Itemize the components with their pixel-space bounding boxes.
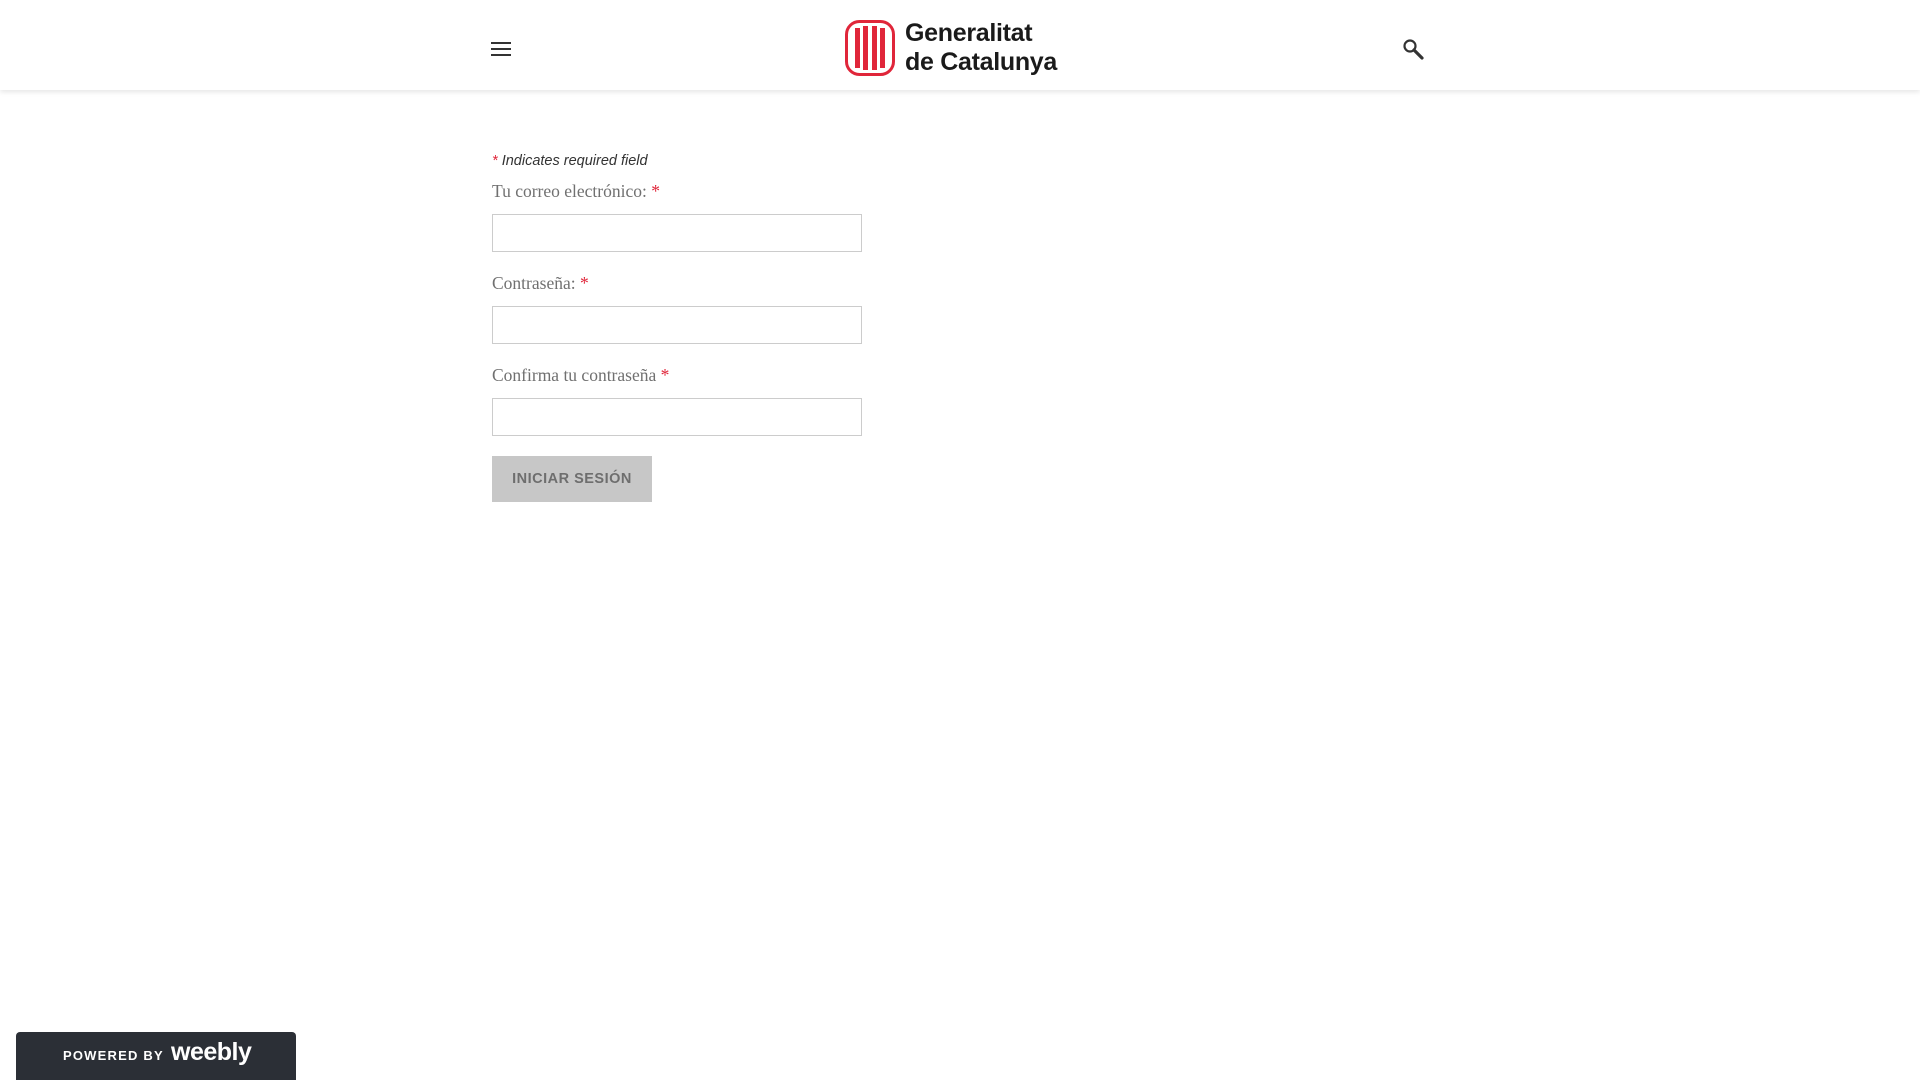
site-header: Generalitat de Catalunya (0, 0, 1920, 90)
weebly-logo: weebly (171, 1038, 252, 1066)
logo-line-2: de Catalunya (905, 48, 1058, 76)
password-label-text: Contraseña: (492, 273, 576, 293)
generalitat-emblem-icon (845, 20, 895, 76)
email-label: Tu correo electrónico: * (492, 180, 1092, 202)
confirm-password-label-text: Confirma tu contraseña (492, 365, 657, 385)
password-field[interactable] (492, 306, 862, 344)
required-note-text: Indicates required field (501, 153, 648, 169)
logo-text: Generalitat de Catalunya (905, 19, 1057, 77)
powered-by-weebly-badge[interactable]: POWERED BY weebly (16, 1032, 296, 1080)
hamburger-menu-icon[interactable] (488, 36, 514, 62)
signup-form: * Indicates required field Tu correo ele… (492, 152, 1092, 502)
confirm-password-field[interactable] (492, 398, 862, 436)
required-marker: * (651, 181, 660, 201)
required-marker: * (492, 153, 498, 169)
email-label-text: Tu correo electrónico: (492, 181, 647, 201)
search-icon[interactable] (1401, 37, 1427, 63)
required-marker: * (660, 365, 670, 385)
confirm-password-label: Confirma tu contraseña * (492, 364, 1092, 386)
required-marker: * (579, 273, 589, 293)
site-logo[interactable]: Generalitat de Catalunya (845, 18, 1075, 80)
powered-by-text: POWERED BY (63, 1048, 164, 1063)
required-field-note: * Indicates required field (492, 152, 1092, 170)
login-button[interactable]: INICIAR SESIÓN (492, 456, 652, 502)
logo-line-1: Generalitat (905, 19, 1033, 47)
password-label: Contraseña: * (492, 272, 1092, 294)
email-field[interactable] (492, 214, 862, 252)
